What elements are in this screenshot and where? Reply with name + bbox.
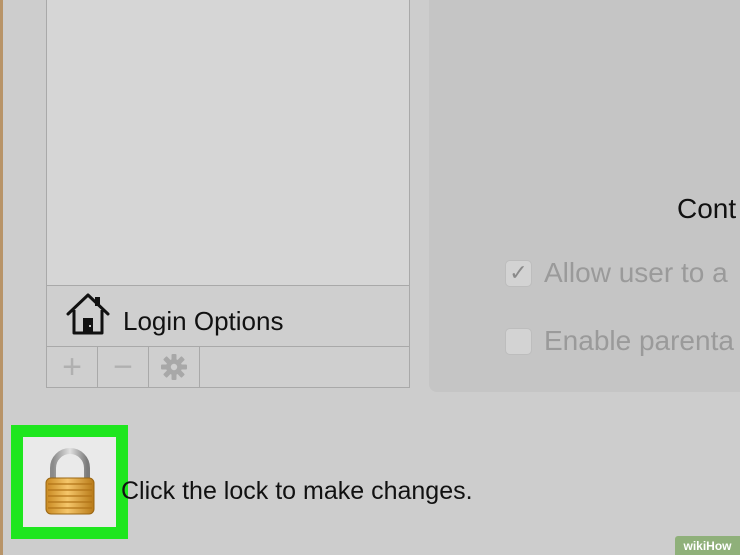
login-options-label: Login Options — [123, 305, 284, 336]
allow-user-row[interactable]: ✓ Allow user to a — [505, 257, 728, 289]
allow-user-checkbox[interactable]: ✓ — [505, 259, 532, 287]
remove-user-button[interactable]: − — [98, 347, 149, 387]
user-list[interactable] — [46, 0, 410, 286]
add-user-button[interactable]: + — [47, 347, 98, 387]
window-edge — [0, 0, 3, 555]
checkmark-icon: ✓ — [509, 260, 528, 285]
user-list-toolbar: + − — [46, 346, 410, 388]
allow-user-label: Allow user to a — [544, 257, 728, 288]
gear-icon — [161, 354, 187, 380]
enable-parental-checkbox[interactable] — [505, 327, 532, 355]
lock-highlight — [11, 425, 128, 539]
lock-icon — [45, 448, 94, 515]
minus-icon: − — [113, 347, 133, 386]
lock-button[interactable] — [23, 437, 116, 527]
panel-heading: Cont — [677, 193, 737, 224]
house-icon — [66, 293, 110, 335]
lock-message: Click the lock to make changes. — [121, 477, 473, 505]
wikihow-watermark: wikiHow — [675, 536, 740, 555]
enable-parental-row[interactable]: Enable parenta — [505, 325, 734, 357]
login-options-item[interactable]: Login Options — [46, 286, 410, 346]
action-menu-button[interactable] — [149, 347, 200, 387]
enable-parental-label: Enable parenta — [544, 325, 734, 356]
plus-icon: + — [62, 347, 82, 386]
